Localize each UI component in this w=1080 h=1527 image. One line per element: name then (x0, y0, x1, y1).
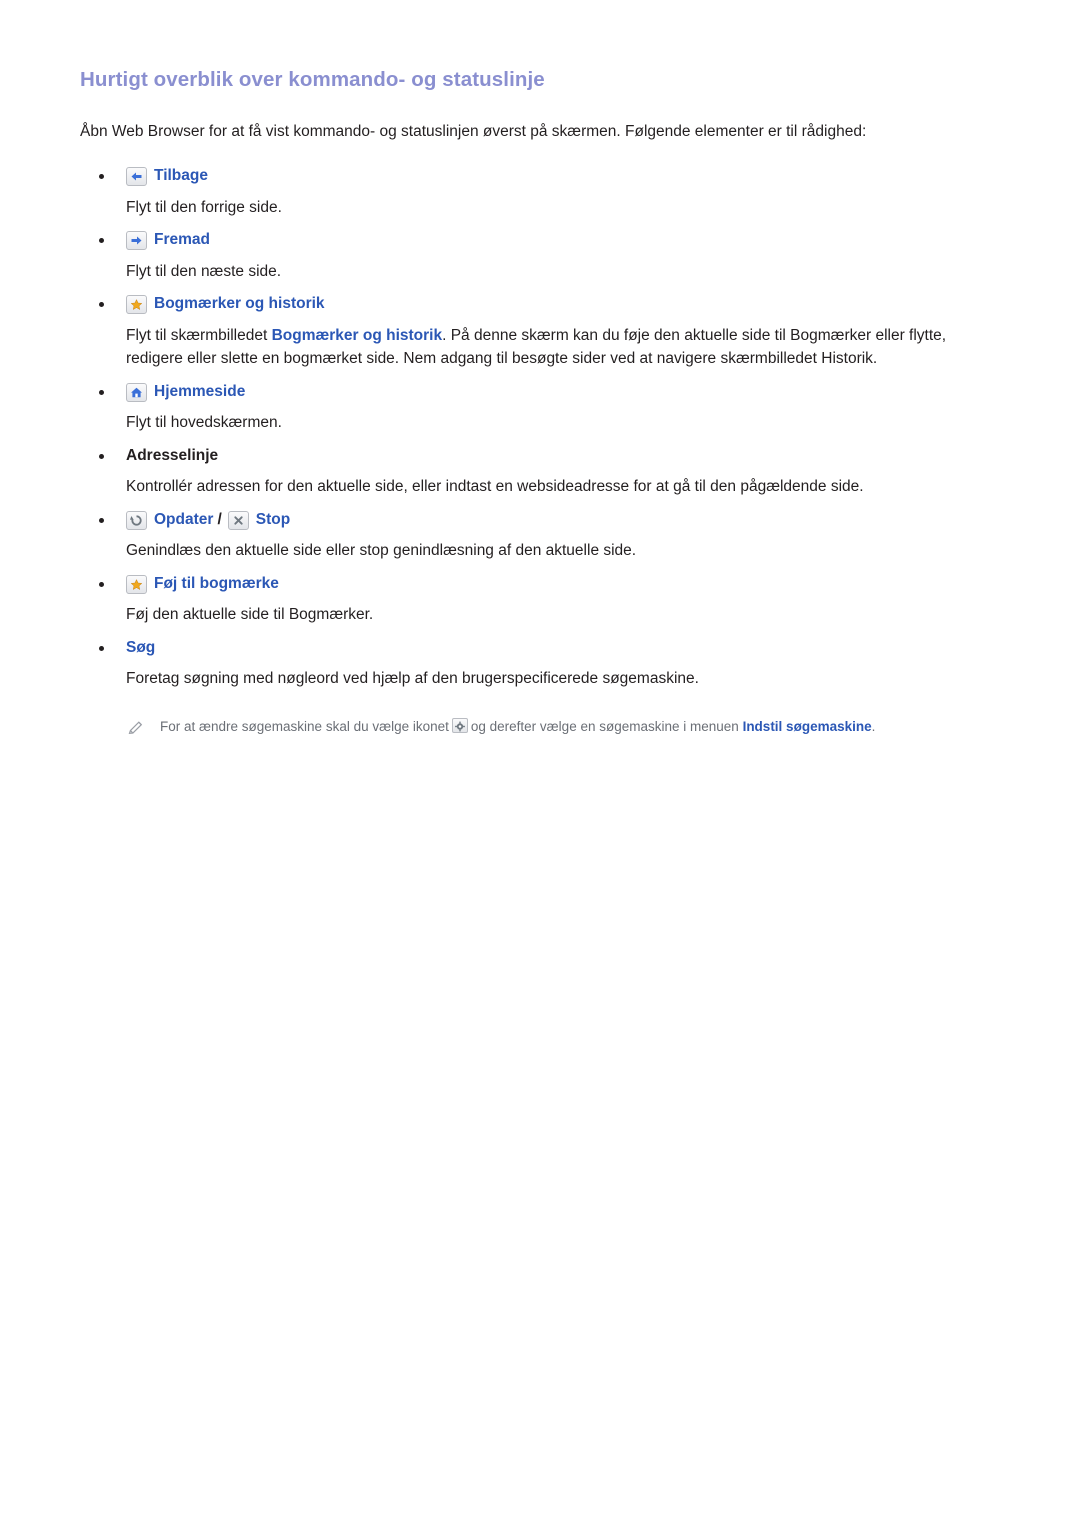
stop-icon[interactable] (227, 510, 249, 530)
note-text-pre: For at ændre søgemaskine skal du vælge i… (160, 718, 449, 734)
pencil-icon (126, 717, 148, 742)
intro-paragraph: Åbn Web Browser for at få vist kommando-… (80, 123, 867, 140)
term-hjemmeside: Hjemmeside (126, 381, 1000, 403)
desc-pre: Flyt til skærmbilledet (126, 326, 272, 344)
desc-tilbage: Flyt til den forrige side. (126, 198, 282, 216)
note-row: For at ændre søgemaskine skal du vælge i… (80, 717, 1000, 742)
desc-foj-til-bogmaerke: Føj den aktuelle side til Bogmærker. (126, 606, 374, 624)
desc-fremad: Flyt til den næste side. (126, 262, 282, 280)
desc-bogmaerker-og-historik: Flyt til skærmbilledet Bogmærker og hist… (126, 324, 1000, 371)
note-text: For at ændre søgemaskine skal du vælge i… (160, 717, 875, 737)
term-foj-til-bogmaerke: Føj til bogmærke (126, 573, 1000, 595)
star-icon[interactable] (126, 574, 147, 594)
document-page: Hurtigt overblik over kommando- og statu… (0, 0, 1080, 1527)
list-item-tilbage: Tilbage Flyt til den forrige side. (80, 165, 1000, 219)
list-item-opdater-stop: Opdater / Stop Genindlæs den aktuelle si… (80, 509, 1000, 563)
term-label: Tilbage (154, 167, 208, 185)
star-icon[interactable] (126, 295, 147, 315)
note-text-mid: og derefter vælge en søgemaskine i menue… (470, 718, 739, 734)
list-item-foj-til-bogmaerke: Føj til bogmærke Føj den aktuelle side t… (80, 573, 1000, 627)
term-tilbage: Tilbage (126, 165, 1000, 187)
desc-adresselinje: Kontrollér adressen for den aktuelle sid… (126, 478, 864, 496)
term-label: Søg (126, 638, 156, 656)
term-sog: Søg (126, 637, 1000, 659)
desc-sog: Foretag søgning med nøgleord ved hjælp a… (126, 670, 699, 688)
desc-opdater-stop: Genindlæs den aktuelle side eller stop g… (126, 542, 637, 560)
term-bogmaerker-og-historik: Bogmærker og historik (126, 293, 1000, 315)
home-icon[interactable] (126, 382, 147, 402)
list-item-fremad: Fremad Flyt til den næste side. (80, 229, 1000, 283)
desc-bold: Bogmærker og historik (271, 326, 443, 344)
term-label: Fremad (154, 231, 210, 249)
term-label-2: Stop (255, 510, 291, 528)
list-item-hjemmeside: Hjemmeside Flyt til hovedskærmen. (80, 381, 1000, 435)
term-label: Opdater (154, 510, 214, 528)
command-bar-item-list: Tilbage Flyt til den forrige side. Frema… (80, 165, 1000, 691)
desc-hjemmeside: Flyt til hovedskærmen. (126, 414, 282, 432)
note-highlight: Indstil søgemaskine (742, 718, 872, 734)
gear-icon[interactable] (451, 717, 468, 733)
list-item-adresselinje: Adresselinje Kontrollér adressen for den… (80, 445, 1000, 499)
term-label: Hjemmeside (154, 382, 246, 400)
term-adresselinje: Adresselinje (126, 445, 1000, 467)
term-opdater-stop: Opdater / Stop (126, 509, 1000, 531)
back-arrow-icon[interactable] (126, 166, 147, 186)
note-text-post: . (871, 718, 876, 734)
list-item-bogmaerker-og-historik: Bogmærker og historik Flyt til skærmbill… (80, 293, 1000, 371)
separator: / (217, 510, 222, 528)
term-label: Adresselinje (126, 446, 219, 464)
term-label: Bogmærker og historik (154, 295, 325, 313)
page-title: Hurtigt overblik over kommando- og statu… (80, 68, 545, 91)
term-label: Føj til bogmærke (154, 574, 279, 592)
refresh-icon[interactable] (126, 510, 147, 530)
forward-arrow-icon[interactable] (126, 231, 147, 250)
list-item-sog: Søg Foretag søgning med nøgleord ved hjæ… (80, 637, 1000, 691)
term-fremad: Fremad (126, 229, 1000, 251)
